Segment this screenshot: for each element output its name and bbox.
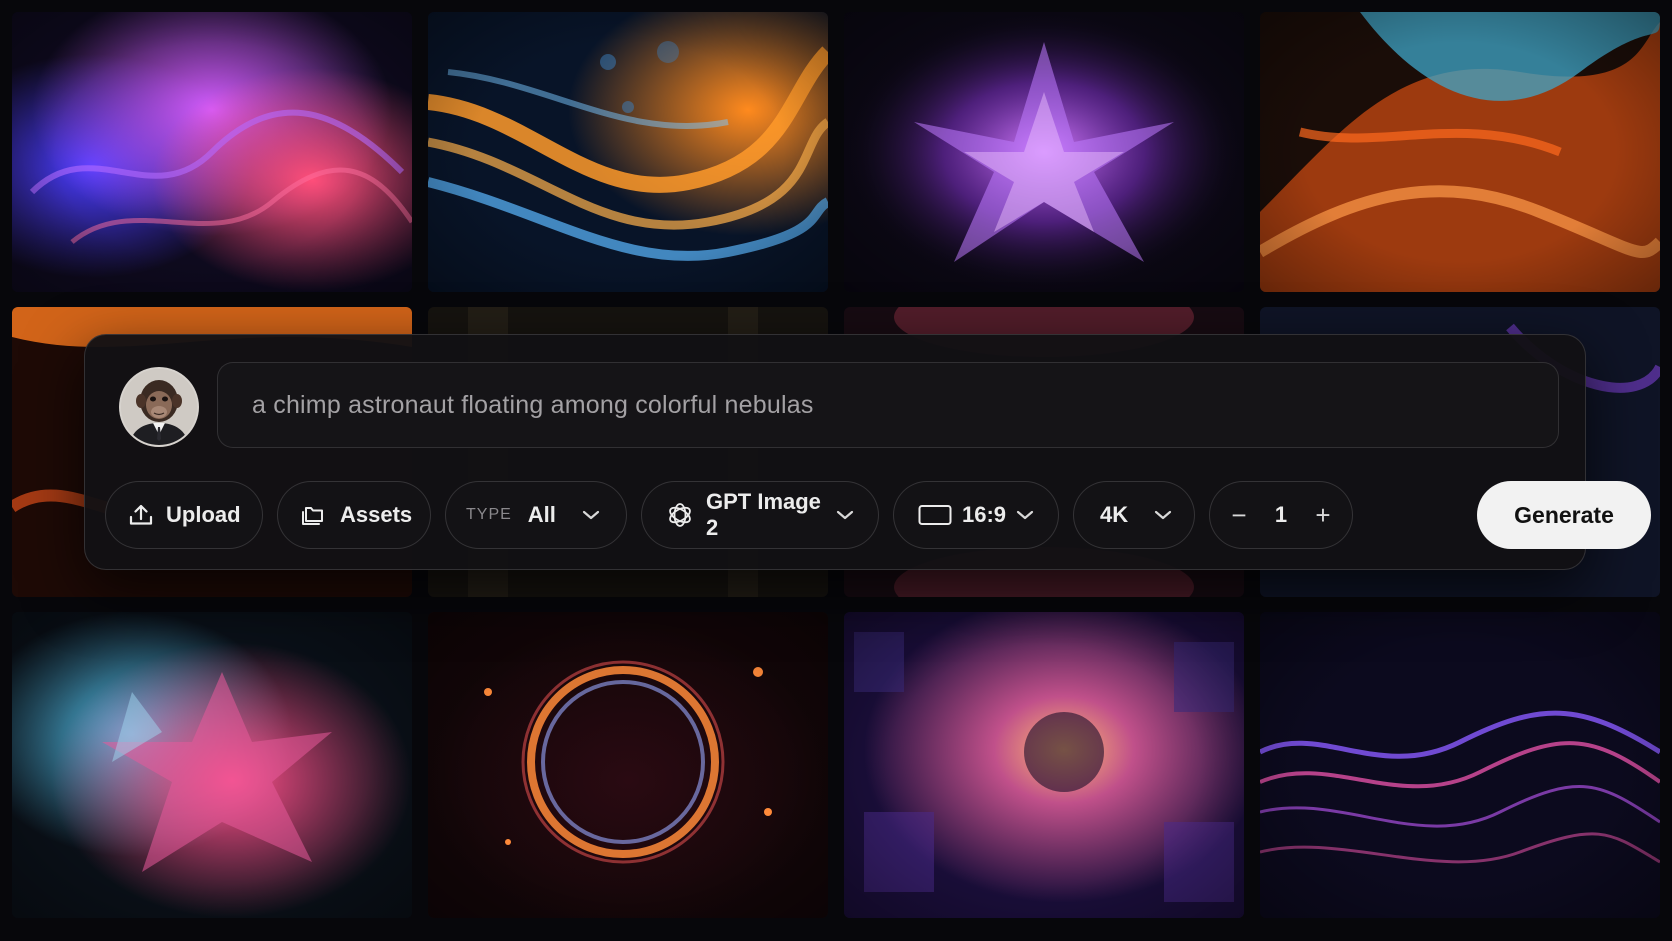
app-screen: Upload Assets TYPE All xyxy=(0,0,1672,941)
chevron-down-icon xyxy=(1154,509,1172,521)
upload-button[interactable]: Upload xyxy=(105,481,263,549)
model-value: GPT Image 2 xyxy=(706,489,821,540)
gallery-image[interactable] xyxy=(1260,12,1660,292)
model-dropdown[interactable]: GPT Image 2 xyxy=(641,481,879,549)
openai-icon xyxy=(666,501,694,529)
chevron-down-icon xyxy=(1016,509,1034,521)
resolution-value: 4K xyxy=(1100,502,1129,527)
aspect-value: 16:9 xyxy=(962,502,1007,527)
gallery-image[interactable] xyxy=(844,12,1244,292)
count-stepper: − 1 + xyxy=(1209,481,1353,549)
gallery-image[interactable] xyxy=(12,612,412,918)
decrement-button[interactable]: − xyxy=(1224,500,1254,531)
assets-label: Assets xyxy=(340,502,413,527)
count-value: 1 xyxy=(1274,502,1288,527)
gallery-image[interactable] xyxy=(844,612,1244,918)
resolution-dropdown[interactable]: 4K xyxy=(1073,481,1195,549)
gallery-image[interactable] xyxy=(1260,612,1660,918)
type-tag: TYPE xyxy=(466,506,512,523)
folders-icon xyxy=(300,503,326,527)
upload-icon xyxy=(128,502,154,528)
chimp-avatar-image xyxy=(121,369,197,445)
gallery-image[interactable] xyxy=(12,12,412,292)
type-value: All xyxy=(527,502,556,527)
prompt-field[interactable] xyxy=(217,362,1559,448)
aspect-ratio-icon xyxy=(918,504,952,526)
assets-button[interactable]: Assets xyxy=(277,481,431,549)
generate-button[interactable]: Generate xyxy=(1477,481,1651,549)
chevron-down-icon xyxy=(582,509,600,521)
gallery-image[interactable] xyxy=(428,12,828,292)
aspect-ratio-dropdown[interactable]: 16:9 xyxy=(893,481,1059,549)
increment-button[interactable]: + xyxy=(1308,500,1338,531)
prompt-panel: Upload Assets TYPE All xyxy=(84,334,1651,570)
avatar[interactable] xyxy=(119,367,199,447)
controls-bar: Upload Assets TYPE All GPT Image 2 16:9 … xyxy=(105,481,1651,549)
type-dropdown[interactable]: TYPE All xyxy=(445,481,627,549)
upload-label: Upload xyxy=(166,502,241,527)
chevron-down-icon xyxy=(836,509,854,521)
gallery-image[interactable] xyxy=(428,612,828,918)
prompt-input[interactable] xyxy=(252,363,1558,447)
